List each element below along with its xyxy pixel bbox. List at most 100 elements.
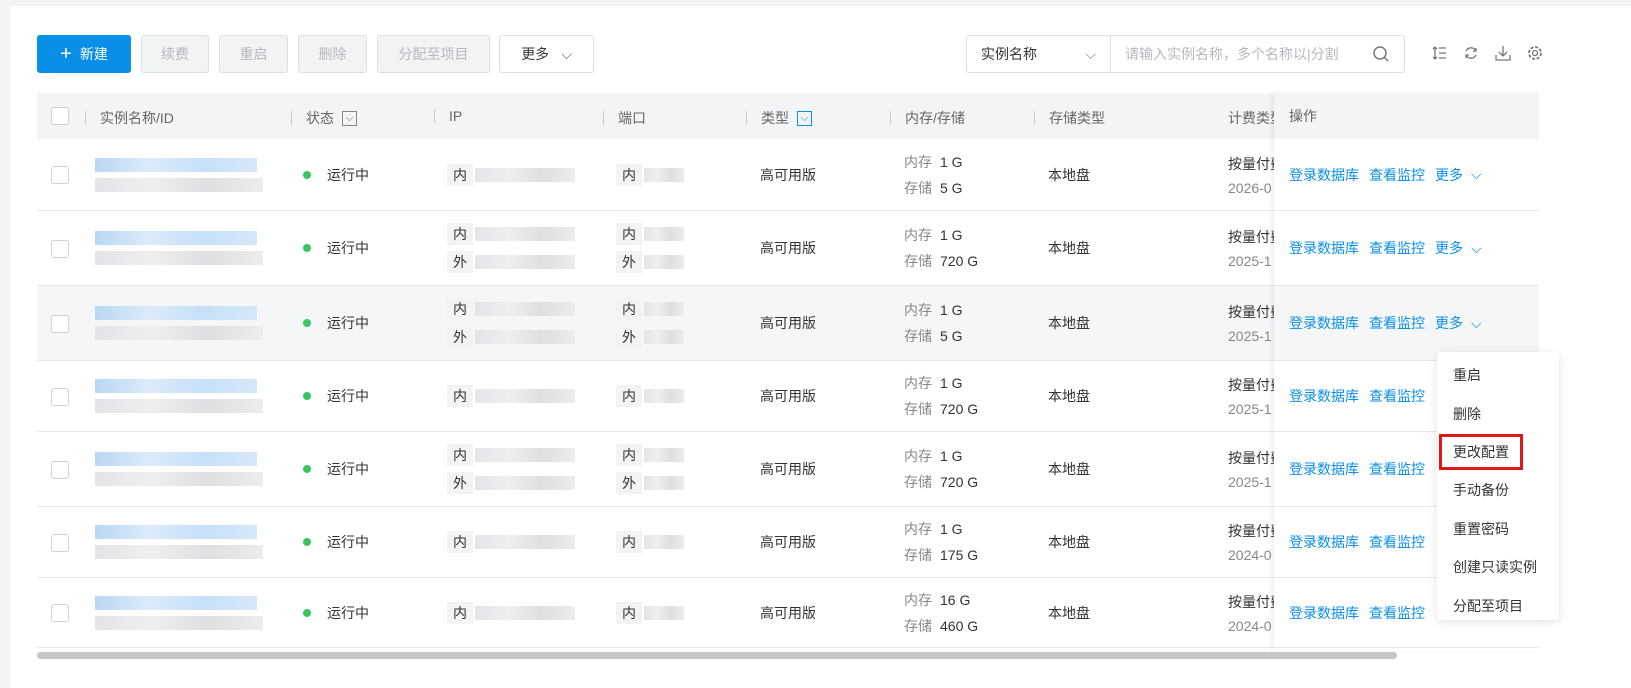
table-row[interactable]: 运行中 内 内 高可用版 内存1 G存储175 G 本地盘 按量付费2024-0… — [37, 507, 1539, 578]
gear-icon[interactable] — [1526, 44, 1544, 62]
memory-value: 1 G — [940, 375, 963, 391]
login-db-link[interactable]: 登录数据库 — [1289, 603, 1359, 623]
row-checkbox[interactable] — [51, 533, 69, 552]
view-monitor-link[interactable]: 查看监控 — [1369, 313, 1425, 333]
search-icon[interactable] — [1372, 36, 1404, 72]
instance-id — [95, 545, 263, 559]
storage-type-text: 本地盘 — [1048, 461, 1090, 477]
instance-name-link[interactable] — [95, 379, 257, 393]
instance-id — [95, 615, 263, 630]
status-dot-icon — [303, 608, 311, 617]
col-name: 实例名称/ID — [100, 110, 174, 126]
column-settings-icon[interactable] — [1430, 44, 1448, 62]
billing-date: 2024-0 — [1228, 547, 1272, 563]
menu-item[interactable]: 手动备份 — [1437, 471, 1559, 510]
restart-button[interactable]: 重启 — [219, 35, 288, 73]
view-monitor-link[interactable]: 查看监控 — [1369, 238, 1425, 258]
instance-name-link[interactable] — [95, 231, 257, 245]
memory-value: 16 G — [940, 591, 971, 608]
table-row[interactable]: 运行中 内外 内外 高可用版 内存1 G存储720 G 本地盘 按量付费2025… — [37, 211, 1539, 286]
memory-value: 1 G — [940, 448, 963, 464]
refresh-icon[interactable] — [1462, 44, 1480, 62]
menu-item[interactable]: 删除 — [1437, 395, 1559, 434]
col-storage-type: 存储类型 — [1049, 110, 1105, 126]
instance-name-link[interactable] — [95, 525, 257, 539]
row-checkbox[interactable] — [51, 460, 69, 479]
table-row[interactable]: 运行中 内外 内外 高可用版 内存1 G存储5 G 本地盘 按量付费2025-1… — [37, 286, 1539, 361]
instance-name-link[interactable] — [95, 595, 257, 610]
masked-port — [644, 167, 684, 182]
row-checkbox[interactable] — [51, 239, 69, 258]
view-monitor-link[interactable]: 查看监控 — [1369, 386, 1425, 406]
login-db-link[interactable]: 登录数据库 — [1289, 459, 1359, 479]
row-checkbox[interactable] — [51, 387, 69, 406]
view-monitor-link[interactable]: 查看监控 — [1369, 165, 1425, 185]
billing-date: 2024-0 — [1228, 617, 1272, 634]
masked-ip — [475, 255, 575, 269]
type-text: 高可用版 — [760, 166, 816, 183]
table-row[interactable]: 运行中 内 内 高可用版 内存1 G存储5 G 本地盘 按量付费2026-0 登… — [37, 139, 1539, 211]
view-monitor-link[interactable]: 查看监控 — [1369, 603, 1425, 623]
row-more-button[interactable]: 更多 ⌵ — [1435, 238, 1482, 258]
billing-date: 2025-1 — [1228, 401, 1272, 417]
row-checkbox[interactable] — [51, 166, 69, 184]
masked-ip — [475, 476, 575, 490]
row-more-button[interactable]: 更多 ⌵ — [1435, 313, 1482, 333]
horizontal-scrollbar[interactable] — [37, 652, 1397, 659]
menu-item[interactable]: 重置密码 — [1437, 510, 1559, 549]
select-all-checkbox[interactable] — [51, 107, 69, 125]
menu-item[interactable]: 分配至项目 — [1437, 587, 1559, 626]
login-db-link[interactable]: 登录数据库 — [1289, 238, 1359, 258]
more-button[interactable]: 更多 ⌵ — [499, 35, 594, 73]
filter-icon[interactable]: ⌵ — [342, 110, 357, 126]
table-row[interactable]: 运行中 内 内 高可用版 内存1 G存储720 G 本地盘 按量付费2025-1… — [37, 361, 1539, 432]
login-db-link[interactable]: 登录数据库 — [1289, 386, 1359, 406]
status-text: 运行中 — [327, 166, 369, 183]
masked-ip — [475, 302, 575, 316]
masked-port — [644, 302, 684, 316]
delete-button[interactable]: 删除 — [298, 35, 367, 73]
instance-name-link[interactable] — [95, 306, 257, 320]
col-ops: 操作 — [1289, 108, 1317, 124]
assign-project-button[interactable]: 分配至项目 — [377, 35, 490, 73]
menu-item[interactable]: 创建只读实例 — [1437, 548, 1559, 587]
status-dot-icon — [303, 392, 311, 400]
storage-value: 175 G — [940, 547, 979, 563]
table-row[interactable]: 运行中 内 内 高可用版 内存16 G存储460 G 本地盘 按量付费2024-… — [37, 578, 1539, 648]
renew-button[interactable]: 续费 — [141, 35, 209, 73]
plus-icon: + — [60, 42, 72, 65]
storage-type-text: 本地盘 — [1048, 240, 1090, 256]
row-more-button[interactable]: 更多 ⌵ — [1435, 165, 1482, 185]
storage-value: 460 G — [940, 617, 979, 634]
chevron-down-icon: ⌵ — [1085, 45, 1096, 62]
instance-name-link[interactable] — [95, 452, 257, 466]
masked-ip — [475, 227, 575, 241]
menu-item[interactable]: 重启 — [1437, 356, 1559, 395]
download-icon[interactable] — [1494, 44, 1512, 62]
status-dot-icon — [303, 465, 311, 473]
login-db-link[interactable]: 登录数据库 — [1289, 165, 1359, 185]
masked-ip — [475, 167, 575, 182]
instance-name-link[interactable] — [95, 157, 257, 172]
row-checkbox[interactable] — [51, 314, 69, 333]
login-db-link[interactable]: 登录数据库 — [1289, 313, 1359, 333]
type-text: 高可用版 — [760, 388, 816, 404]
view-monitor-link[interactable]: 查看监控 — [1369, 532, 1425, 552]
storage-value: 720 G — [940, 253, 979, 269]
masked-port — [644, 255, 684, 269]
login-db-link[interactable]: 登录数据库 — [1289, 532, 1359, 552]
search-input[interactable] — [1111, 36, 1372, 72]
billing-type: 按量付费 — [1228, 450, 1274, 466]
filter-icon[interactable]: ⌵ — [797, 110, 812, 126]
menu-item[interactable]: 更改配置 — [1439, 434, 1523, 470]
table-row[interactable]: 运行中 内外 内外 高可用版 内存1 G存储720 G 本地盘 按量付费2025… — [37, 432, 1539, 507]
storage-value: 5 G — [940, 328, 963, 344]
storage-value: 5 G — [940, 179, 963, 196]
instance-id — [95, 177, 263, 192]
status-text: 运行中 — [327, 388, 369, 404]
view-monitor-link[interactable]: 查看监控 — [1369, 459, 1425, 479]
search-field-select[interactable]: 实例名称 ⌵ — [967, 36, 1111, 72]
row-checkbox[interactable] — [51, 604, 69, 622]
new-button[interactable]: + 新建 — [37, 35, 131, 73]
masked-port — [644, 448, 684, 462]
